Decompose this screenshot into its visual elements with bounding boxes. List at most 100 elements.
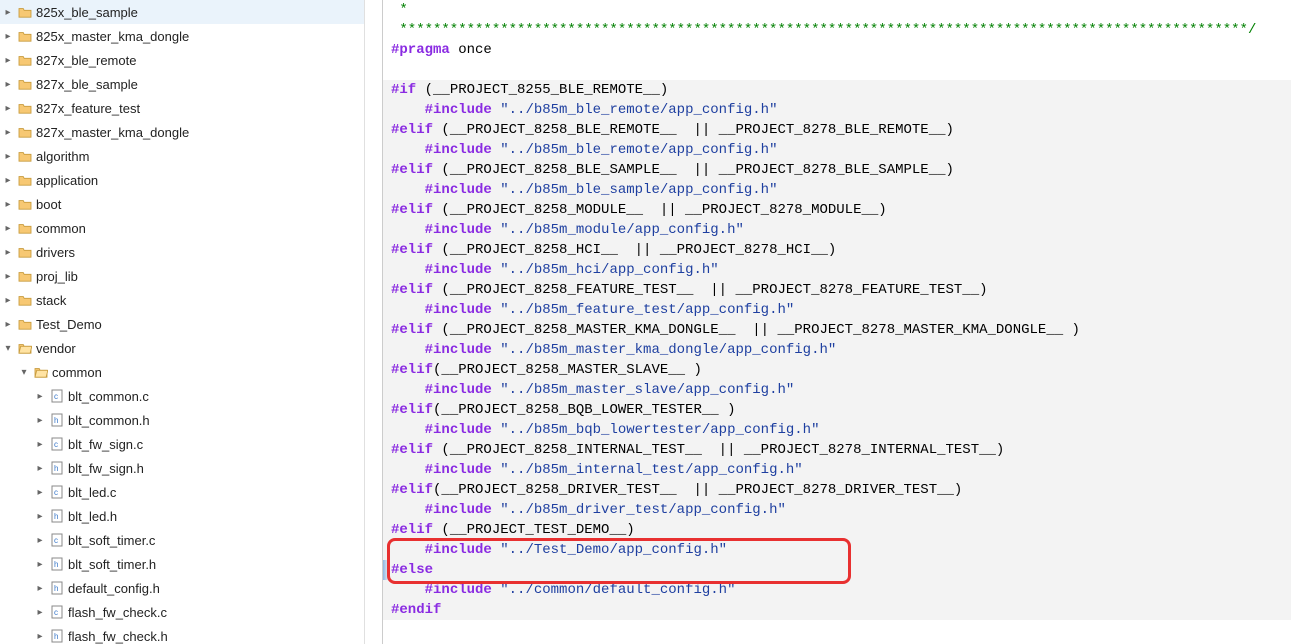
code-line: ****************************************… [383,20,1291,40]
tree-label: 827x_ble_sample [36,77,138,92]
chevron-right-icon: ▸ [0,127,16,138]
chevron-down-icon: ▾ [16,367,32,378]
svg-text:h: h [54,632,58,641]
tree-label: blt_soft_timer.h [68,557,156,572]
tree-file[interactable]: ▸ h blt_soft_timer.h [0,552,364,576]
tree-folder-vendor-common[interactable]: ▾ common [0,360,364,384]
chevron-right-icon: ▸ [0,295,16,306]
chevron-right-icon: ▸ [0,103,16,114]
tree-label: 827x_feature_test [36,101,140,116]
svg-text:c: c [54,440,58,449]
chevron-right-icon: ▸ [32,559,48,570]
code-line: #include "../Test_Demo/app_config.h" [383,540,1291,560]
editor-gutter [365,0,383,644]
tree-folder[interactable]: ▸ boot [0,192,364,216]
tree-folder[interactable]: ▸proj_lib [0,264,364,288]
code-line: #elif (__PROJECT_8258_BLE_REMOTE__ || __… [383,120,1291,140]
code-line: #elif (__PROJECT_8258_BLE_SAMPLE__ || __… [383,160,1291,180]
tree-label: blt_led.c [68,485,116,500]
folder-icon [16,270,34,282]
svg-text:h: h [54,512,58,521]
code-line: #elif (__PROJECT_8258_HCI__ || __PROJECT… [383,240,1291,260]
code-line: #elif (__PROJECT_8258_FEATURE_TEST__ || … [383,280,1291,300]
tree-label: blt_common.h [68,413,150,428]
tree-label: default_config.h [68,581,160,596]
tree-folder[interactable]: ▸ stack [0,288,364,312]
code-line: #elif(__PROJECT_8258_BQB_LOWER_TESTER__ … [383,400,1291,420]
h-file-icon: h [48,629,66,643]
chevron-right-icon: ▸ [0,79,16,90]
folder-icon [16,222,34,234]
tree-label: 825x_ble_sample [36,5,138,20]
svg-text:h: h [54,560,58,569]
h-file-icon: h [48,581,66,595]
chevron-right-icon: ▸ [0,271,16,282]
code-line: #pragma once [383,40,1291,60]
code-line: #endif [383,600,1291,620]
tree-label: boot [36,197,61,212]
tree-label: vendor [36,341,76,356]
c-file-icon: c [48,605,66,619]
tree-file[interactable]: ▸hblt_common.h [0,408,364,432]
tree-folder[interactable]: ▸825x_ble_sample [0,0,364,24]
chevron-right-icon: ▸ [32,511,48,522]
tree-folder[interactable]: ▸827x_master_kma_dongle [0,120,364,144]
tree-file[interactable]: ▸hdefault_config.h [0,576,364,600]
h-file-icon: h [48,557,66,571]
tree-file[interactable]: ▸hflash_fw_check.h [0,624,364,644]
folder-icon [16,318,34,330]
chevron-right-icon: ▸ [32,391,48,402]
tree-file[interactable]: ▸cflash_fw_check.c [0,600,364,624]
chevron-right-icon: ▸ [32,607,48,618]
tree-label: blt_common.c [68,389,149,404]
tree-folder[interactable]: ▸ 827x_ble_sample [0,72,364,96]
chevron-down-icon: ▾ [0,343,16,354]
chevron-right-icon: ▸ [32,439,48,450]
folder-icon [16,126,34,138]
h-file-icon: h [48,413,66,427]
folder-icon [16,294,34,306]
tree-file[interactable]: ▸cblt_common.c [0,384,364,408]
chevron-right-icon: ▸ [0,199,16,210]
tree-file[interactable]: ▸ c blt_fw_sign.c [0,432,364,456]
h-file-icon: h [48,509,66,523]
file-tree[interactable]: ▸825x_ble_sample▸825x_master_kma_dongle▸… [0,0,365,644]
code-line: #elif (__PROJECT_8258_MASTER_KMA_DONGLE_… [383,320,1291,340]
tree-folder[interactable]: ▸827x_ble_remote [0,48,364,72]
folder-icon [16,78,34,90]
tree-file[interactable]: ▸hblt_led.h [0,504,364,528]
tree-label: flash_fw_check.h [68,629,168,644]
code-editor[interactable]: * **************************************… [383,0,1291,644]
folder-icon [16,246,34,258]
tree-folder[interactable]: ▸Test_Demo [0,312,364,336]
tree-folder[interactable]: ▸825x_master_kma_dongle [0,24,364,48]
folder-icon [16,30,34,42]
chevron-right-icon: ▸ [32,463,48,474]
chevron-right-icon: ▸ [32,535,48,546]
tree-label: 827x_ble_remote [36,53,136,68]
tree-label: Test_Demo [36,317,102,332]
tree-label: blt_fw_sign.c [68,437,143,452]
tree-folder-vendor[interactable]: ▾ vendor [0,336,364,360]
tree-file[interactable]: ▸cblt_led.c [0,480,364,504]
code-line: #include "../b85m_ble_remote/app_config.… [383,100,1291,120]
tree-file[interactable]: ▸hblt_fw_sign.h [0,456,364,480]
chevron-right-icon: ▸ [0,223,16,234]
svg-text:h: h [54,464,58,473]
tree-folder[interactable]: ▸ common [0,216,364,240]
tree-folder[interactable]: ▸ 827x_feature_test [0,96,364,120]
folder-open-icon [32,366,50,378]
code-line: #else [383,560,1291,580]
code-line: #include "../b85m_bqb_lowertester/app_co… [383,420,1291,440]
tree-file[interactable]: ▸cblt_soft_timer.c [0,528,364,552]
tree-label: application [36,173,98,188]
svg-text:c: c [54,536,58,545]
tree-label: common [52,365,102,380]
tree-label: stack [36,293,66,308]
code-line: #include "../b85m_ble_sample/app_config.… [383,180,1291,200]
tree-folder[interactable]: ▸drivers [0,240,364,264]
tree-label: common [36,221,86,236]
tree-label: flash_fw_check.c [68,605,167,620]
tree-folder[interactable]: ▸algorithm [0,144,364,168]
tree-folder[interactable]: ▸application [0,168,364,192]
